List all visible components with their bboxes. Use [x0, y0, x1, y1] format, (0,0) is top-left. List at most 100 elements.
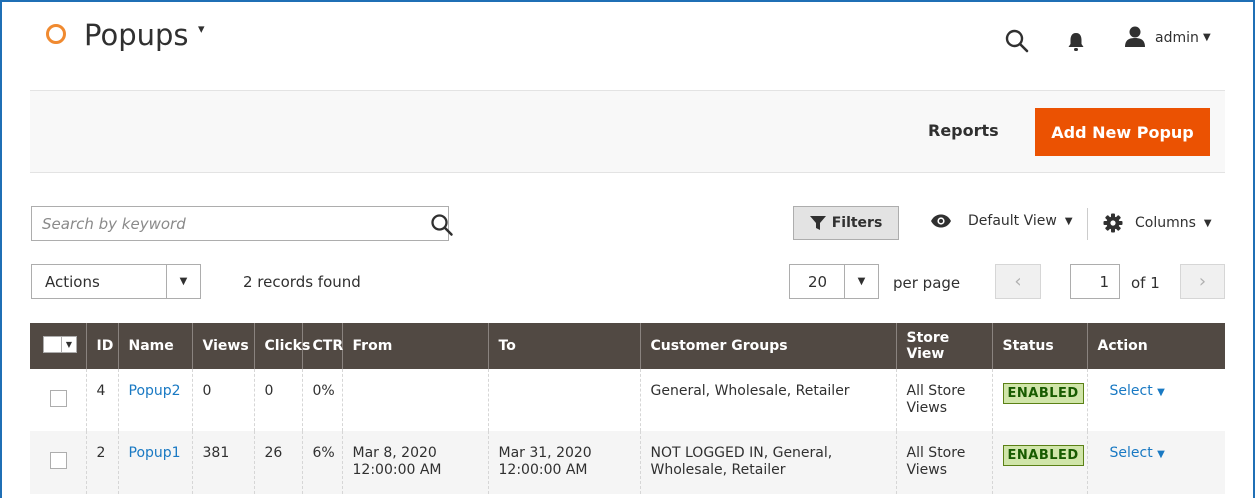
- row-action-select[interactable]: Select ▼: [1110, 383, 1165, 399]
- next-page-button[interactable]: ›: [1180, 264, 1225, 299]
- add-new-popup-button[interactable]: Add New Popup: [1035, 108, 1210, 156]
- column-header-customer-groups[interactable]: Customer Groups: [639, 323, 896, 369]
- mass-select-header[interactable]: ▼: [30, 323, 86, 369]
- store-line: All Store: [906, 445, 966, 461]
- search-input[interactable]: [42, 214, 382, 234]
- mass-select-checkbox[interactable]: ▼: [43, 336, 77, 353]
- popup-name-link[interactable]: Popup1: [129, 445, 181, 461]
- cell-views: 381: [191, 431, 254, 494]
- per-page-value: 20: [808, 273, 828, 291]
- cell-status: ENABLED: [991, 369, 1087, 431]
- user-menu-label[interactable]: admin: [1155, 30, 1199, 46]
- cell-action: Select ▼: [1086, 431, 1225, 494]
- user-icon[interactable]: [1124, 25, 1146, 47]
- column-header-views[interactable]: Views: [191, 323, 254, 369]
- notifications-bell-icon[interactable]: [1066, 30, 1086, 52]
- cell-clicks: 0: [253, 369, 302, 431]
- chevron-down-icon[interactable]: ▼: [1203, 32, 1211, 43]
- chevron-left-icon: ‹: [1014, 271, 1022, 292]
- cell-customer-groups: General, Wholesale, Retailer: [639, 369, 896, 431]
- status-badge: ENABLED: [1002, 383, 1084, 404]
- keyword-search[interactable]: [31, 206, 453, 241]
- column-header-action: Action: [1086, 323, 1225, 369]
- select-label[interactable]: Select: [1110, 445, 1153, 461]
- cell-name: Popup2: [117, 369, 192, 431]
- column-header-id[interactable]: ID: [85, 323, 118, 369]
- from-date: Mar 8, 2020: [352, 445, 437, 461]
- column-header-to[interactable]: To: [487, 323, 640, 369]
- chevron-down-icon: ▼: [1203, 217, 1212, 229]
- toolbar-divider: [1087, 208, 1088, 240]
- chevron-down-icon[interactable]: ▼: [61, 337, 76, 352]
- previous-page-button[interactable]: ‹: [995, 264, 1041, 299]
- cell-ctr: 0%: [301, 369, 342, 431]
- chevron-down-icon[interactable]: ▼: [844, 265, 878, 298]
- filter-icon: [809, 216, 826, 230]
- row-checkbox[interactable]: [50, 390, 67, 407]
- store-line: Views: [906, 400, 948, 416]
- cell-from: Mar 8, 2020 12:00:00 AM: [341, 431, 488, 494]
- per-page-label: per page: [893, 274, 961, 292]
- row-checkbox[interactable]: [50, 452, 67, 469]
- cell-from: [341, 369, 488, 431]
- logo-icon: [46, 24, 66, 44]
- row-action-select[interactable]: Select ▼: [1110, 445, 1165, 461]
- view-switcher[interactable]: Default View ▼: [930, 213, 1073, 229]
- column-header-store-view[interactable]: Store View: [895, 323, 992, 369]
- grid-header-row: ▼ ID Name Views Clicks CTR From To Custo…: [30, 323, 1225, 369]
- actions-label: Actions: [45, 273, 100, 291]
- cell-views: 0: [191, 369, 254, 431]
- popups-grid: ▼ ID Name Views Clicks CTR From To Custo…: [30, 323, 1225, 494]
- cell-customer-groups: NOT LOGGED IN, General, Wholesale, Retail…: [639, 431, 896, 494]
- groups-line: Wholesale, Retailer: [650, 462, 786, 478]
- eye-icon: [931, 214, 951, 228]
- from-time: 12:00:00 AM: [352, 462, 442, 478]
- cell-id: 4: [85, 369, 118, 431]
- view-label: Default View: [968, 213, 1057, 229]
- cell-ctr: 6%: [301, 431, 342, 494]
- mass-actions-select[interactable]: Actions ▼: [31, 264, 201, 299]
- page-header: Popups ▾ admin ▼: [0, 0, 1255, 90]
- table-row[interactable]: 4 Popup2 0 0 0% General, Wholesale, Reta…: [30, 369, 1225, 431]
- cell-store-view: All Store Views: [895, 369, 992, 431]
- select-all-checkbox[interactable]: [44, 337, 61, 352]
- column-header-from[interactable]: From: [341, 323, 488, 369]
- filters-button[interactable]: Filters: [793, 206, 899, 240]
- store-line: All Store: [906, 383, 966, 399]
- cell-action: Select ▼: [1086, 369, 1225, 431]
- records-count: 2 records found: [243, 273, 361, 291]
- chevron-down-icon[interactable]: ▼: [1157, 449, 1165, 460]
- search-icon[interactable]: [430, 213, 454, 237]
- reports-button[interactable]: Reports: [928, 121, 999, 140]
- cell-status: ENABLED: [991, 431, 1087, 494]
- popup-name-link[interactable]: Popup2: [129, 383, 181, 399]
- select-label[interactable]: Select: [1110, 383, 1153, 399]
- page-total-label: of 1: [1131, 274, 1160, 292]
- cell-store-view: All Store Views: [895, 431, 992, 494]
- chevron-down-icon[interactable]: ▼: [1157, 387, 1165, 398]
- per-page-select[interactable]: 20 ▼: [789, 264, 879, 299]
- row-select-cell: [30, 369, 86, 431]
- cell-to: Mar 31, 2020 12:00:00 AM: [487, 431, 640, 494]
- columns-label: Columns: [1135, 215, 1196, 231]
- to-date: Mar 31, 2020: [498, 445, 592, 461]
- page-title: Popups: [84, 18, 189, 52]
- chevron-right-icon: ›: [1198, 271, 1207, 292]
- to-time: 12:00:00 AM: [498, 462, 588, 478]
- column-header-clicks[interactable]: Clicks: [253, 323, 310, 369]
- gear-icon: [1103, 213, 1123, 233]
- cell-to: [487, 369, 640, 431]
- groups-line: NOT LOGGED IN, General,: [650, 445, 833, 461]
- title-switcher-icon[interactable]: ▾: [198, 22, 205, 37]
- table-row[interactable]: 2 Popup1 381 26 6% Mar 8, 2020 12:00:00 A…: [30, 431, 1225, 494]
- chevron-down-icon[interactable]: ▼: [166, 265, 200, 298]
- columns-control[interactable]: Columns ▼: [1103, 213, 1212, 233]
- row-select-cell: [30, 431, 86, 494]
- cell-id: 2: [85, 431, 118, 494]
- column-header-status[interactable]: Status: [991, 323, 1087, 369]
- cell-name: Popup1: [117, 431, 192, 494]
- page-number-input[interactable]: [1070, 264, 1120, 299]
- store-line: Views: [906, 462, 948, 478]
- column-header-name[interactable]: Name: [117, 323, 192, 369]
- global-search-icon[interactable]: [1004, 28, 1030, 54]
